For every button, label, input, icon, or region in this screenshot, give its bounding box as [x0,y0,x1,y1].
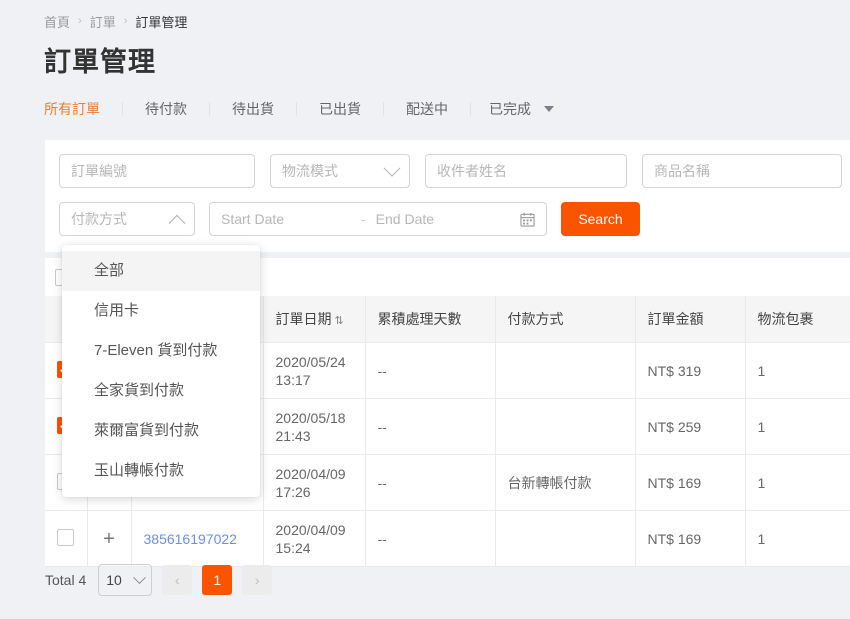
tab-shipped[interactable]: 已出貨 [297,99,383,119]
logistics-mode-select-label: 物流模式 [282,163,338,179]
tab-pending-payment[interactable]: 待付款 [123,99,209,119]
th-processing-days: 累積處理天數 [365,296,496,343]
order-date-value: 2020/05/24 [275,353,346,370]
row-order-amount-cell: NT$ 169 [635,454,746,511]
breadcrumb-separator-icon: › [123,15,128,27]
tab-completed[interactable]: 已完成 [471,99,572,119]
row-parcel-cell: 1 [745,342,850,399]
row-parcel-cell: 1 [745,398,850,455]
row-order-amount-cell: NT$ 319 [635,342,746,399]
row-order-amount-cell: NT$ 169 [635,510,746,567]
order-time-value: 17:26 [275,483,311,500]
order-status-tabs: 所有訂單 待付款 待出貨 已出貨 配送中 已完成 [0,79,850,123]
tab-completed-label: 已完成 [489,101,531,117]
th-order-amount: 訂單金額 [635,296,746,343]
breadcrumb: 首頁 › 訂單 › 訂單管理 [0,0,850,32]
total-count-label: Total 4 [45,572,87,588]
order-date-value: 2020/04/09 [275,465,346,482]
page-size-select[interactable]: 10 [98,564,153,596]
th-order-date[interactable]: 訂單日期 ⇅ [263,296,366,343]
chevron-down-icon [544,106,554,112]
payment-option-all[interactable]: 全部 [62,251,260,291]
row-order-date-cell: 2020/04/09 15:24 [263,510,366,567]
row-parcel-cell: 1 [745,510,850,567]
date-range-input[interactable]: Start Date - End Date [209,202,547,236]
row-processing-days-cell: -- [365,342,496,399]
row-order-amount-cell: NT$ 259 [635,398,746,455]
payment-method-dropdown: 全部 信用卡 7-Eleven 貨到付款 全家貨到付款 萊爾富貨到付款 玉山轉帳… [62,245,260,497]
prev-page-button[interactable]: ‹ [162,565,193,595]
page-button-1[interactable]: 1 [202,565,233,595]
end-date-input[interactable]: End Date [376,211,520,227]
row-payment-method-cell [495,510,636,567]
order-no-link[interactable]: 385616197022 [144,531,237,547]
receiver-name-input[interactable]: 收件者姓名 [425,154,627,188]
date-range-separator: - [361,211,366,227]
th-parcel: 物流包裹 [745,296,850,343]
row-payment-method-cell: 台新轉帳付款 [495,454,636,511]
breadcrumb-item-order-management: 訂單管理 [135,14,188,30]
expand-row-icon[interactable]: + [103,528,115,550]
order-date-value: 2020/04/09 [275,521,346,538]
order-time-value: 21:43 [275,427,311,444]
payment-method-select-label: 付款方式 [71,211,127,227]
search-button[interactable]: Search [561,202,640,236]
payment-option-credit-card[interactable]: 信用卡 [62,291,260,331]
order-time-value: 13:17 [275,371,311,388]
order-no-input[interactable]: 訂單編號 [59,154,255,188]
th-order-date-label: 訂單日期 [275,311,332,327]
th-payment-method: 付款方式 [495,296,636,343]
breadcrumb-item-orders[interactable]: 訂單 [90,12,116,31]
chevron-down-icon [383,159,401,177]
start-date-input[interactable]: Start Date [221,211,357,227]
filter-row-2: 付款方式 Start Date - End Date Search [45,202,850,236]
tab-in-delivery[interactable]: 配送中 [384,99,470,119]
row-parcel-cell: 1 [745,454,850,511]
tab-all-orders[interactable]: 所有訂單 [44,99,122,119]
row-expand-cell: + [87,510,132,567]
order-time-value: 15:24 [275,539,311,556]
row-checkbox-cell [45,510,88,567]
filter-panel: 訂單編號 物流模式 收件者姓名 商品名稱 付款方式 Start Date - E… [45,140,850,252]
row-payment-method-cell [495,398,636,455]
chevron-down-icon [133,570,147,584]
product-name-input[interactable]: 商品名稱 [642,154,842,188]
calendar-icon[interactable] [520,212,535,227]
sort-icon[interactable]: ⇅ [335,314,344,327]
payment-option-hi-life-cod[interactable]: 萊爾富貨到付款 [62,411,260,451]
payment-option-family-mart-cod[interactable]: 全家貨到付款 [62,371,260,411]
row-processing-days-cell: -- [365,454,496,511]
order-date-value: 2020/05/18 [275,409,346,426]
chevron-up-icon [168,214,186,232]
table-row: + 385616197022 2020/04/09 15:24 -- NT$ 1… [45,510,850,567]
breadcrumb-item-home[interactable]: 首頁 [44,12,70,31]
logistics-mode-select[interactable]: 物流模式 [270,154,410,188]
pagination: Total 4 10 ‹ 1 › [45,563,273,597]
filter-row-1: 訂單編號 物流模式 收件者姓名 商品名稱 [45,154,850,188]
breadcrumb-separator-icon: › [78,15,82,27]
row-checkbox[interactable] [57,528,75,546]
row-payment-method-cell [495,342,636,399]
row-order-no-cell: 385616197022 [131,510,264,567]
payment-option-seven-eleven-cod[interactable]: 7-Eleven 貨到付款 [62,331,260,371]
tab-pending-shipment[interactable]: 待出貨 [210,99,296,119]
row-order-date-cell: 2020/05/18 21:43 [263,398,366,455]
row-order-date-cell: 2020/05/24 13:17 [263,342,366,399]
next-page-button[interactable]: › [242,565,273,595]
row-processing-days-cell: -- [365,398,496,455]
row-processing-days-cell: -- [365,510,496,567]
payment-method-select[interactable]: 付款方式 [59,202,195,236]
page-title: 訂單管理 [44,47,156,77]
row-order-date-cell: 2020/04/09 17:26 [263,454,366,511]
payment-option-esun-transfer[interactable]: 玉山轉帳付款 [62,451,260,491]
page-size-value: 10 [106,572,122,588]
